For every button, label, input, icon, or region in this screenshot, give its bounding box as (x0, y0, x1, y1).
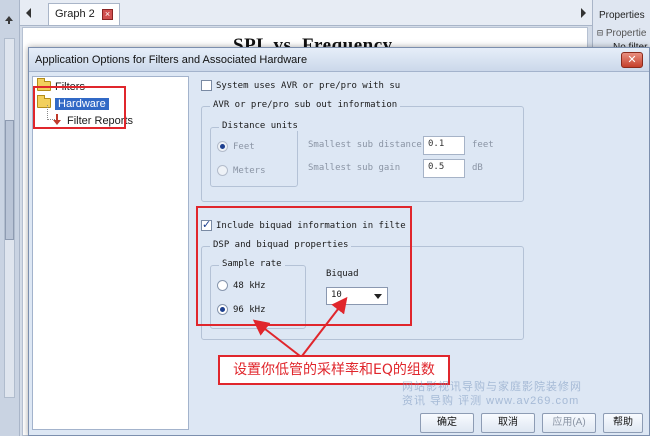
arrow-to-biquad (301, 296, 348, 357)
watermark: 网站影视讯导购与家庭影院装修网 资讯 导购 评测 www.av269.com (402, 380, 582, 408)
arrow-to-sample-rate (252, 319, 301, 357)
watermark-line-1: 网站影视讯导购与家庭影院装修网 (402, 381, 582, 393)
watermark-line-2: 资讯 导购 评测 www.av269.com (402, 395, 580, 407)
